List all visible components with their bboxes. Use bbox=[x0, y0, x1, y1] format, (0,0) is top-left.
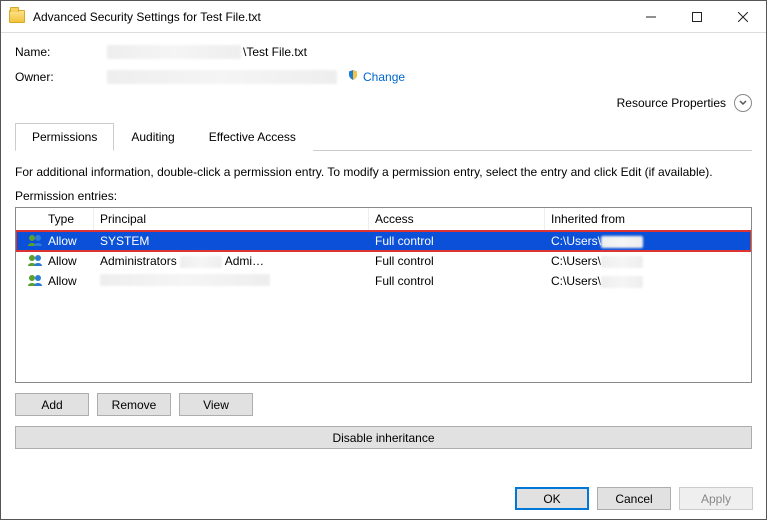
name-row: Name: \Test File.txt bbox=[15, 45, 752, 59]
redacted-text bbox=[601, 276, 643, 288]
tab-effective-access[interactable]: Effective Access bbox=[192, 123, 313, 151]
cell-type: Allow bbox=[42, 232, 94, 250]
cell-inherited: C:\Users\ bbox=[545, 252, 751, 270]
cell-principal bbox=[94, 272, 369, 291]
redacted-text bbox=[100, 274, 270, 286]
redacted-owner bbox=[107, 70, 337, 84]
name-suffix: \Test File.txt bbox=[243, 45, 307, 59]
maximize-button[interactable] bbox=[674, 1, 720, 32]
add-button[interactable]: Add bbox=[15, 393, 89, 416]
name-label: Name: bbox=[15, 45, 107, 59]
tab-permissions[interactable]: Permissions bbox=[15, 123, 114, 151]
close-button[interactable] bbox=[720, 1, 766, 32]
table-body: AllowSYSTEMFull controlC:\Users\AllowAdm… bbox=[16, 231, 751, 291]
info-text: For additional information, double-click… bbox=[15, 165, 752, 179]
footer-buttons: OK Cancel Apply bbox=[515, 487, 753, 510]
cell-access: Full control bbox=[369, 252, 545, 270]
remove-button[interactable]: Remove bbox=[97, 393, 171, 416]
cell-access: Full control bbox=[369, 272, 545, 290]
permission-entries-label: Permission entries: bbox=[15, 189, 752, 203]
name-value: \Test File.txt bbox=[107, 45, 307, 59]
row-icon bbox=[16, 271, 42, 292]
cancel-button[interactable]: Cancel bbox=[597, 487, 671, 510]
table-row[interactable]: Allow Full controlC:\Users\ bbox=[16, 271, 751, 291]
cell-principal: Administrators Admi… bbox=[94, 252, 369, 270]
entry-buttons-row: Add Remove View bbox=[15, 393, 752, 416]
table-header: Type Principal Access Inherited from bbox=[16, 208, 751, 231]
cell-inherited: C:\Users\ bbox=[545, 232, 751, 250]
tab-auditing[interactable]: Auditing bbox=[114, 123, 191, 151]
view-button[interactable]: View bbox=[179, 393, 253, 416]
change-owner-link[interactable]: Change bbox=[363, 70, 405, 84]
cell-inherited: C:\Users\ bbox=[545, 272, 751, 290]
shield-icon bbox=[347, 69, 359, 84]
resource-properties-row: Resource Properties bbox=[15, 94, 752, 112]
col-access[interactable]: Access bbox=[369, 208, 545, 230]
col-principal[interactable]: Principal bbox=[94, 208, 369, 230]
expand-resource-properties-button[interactable] bbox=[734, 94, 752, 112]
titlebar: Advanced Security Settings for Test File… bbox=[1, 1, 766, 33]
cell-access: Full control bbox=[369, 232, 545, 250]
redacted-text bbox=[601, 236, 643, 248]
owner-row: Owner: Change bbox=[15, 69, 752, 84]
ok-button[interactable]: OK bbox=[515, 487, 589, 510]
window-controls bbox=[628, 1, 766, 32]
resource-properties-label: Resource Properties bbox=[617, 96, 726, 110]
cell-type: Allow bbox=[42, 272, 94, 290]
disable-inheritance-button[interactable]: Disable inheritance bbox=[15, 426, 752, 449]
permission-entries-table: Type Principal Access Inherited from All… bbox=[15, 207, 752, 383]
owner-label: Owner: bbox=[15, 70, 107, 84]
table-row[interactable]: AllowSYSTEMFull controlC:\Users\ bbox=[16, 231, 751, 251]
tabs: Permissions Auditing Effective Access bbox=[15, 122, 752, 151]
table-row[interactable]: AllowAdministrators Admi…Full controlC:\… bbox=[16, 251, 751, 271]
cell-type: Allow bbox=[42, 252, 94, 270]
window-title: Advanced Security Settings for Test File… bbox=[33, 10, 261, 24]
col-type[interactable]: Type bbox=[42, 208, 94, 230]
redacted-text bbox=[601, 256, 643, 268]
folder-icon bbox=[9, 10, 25, 23]
col-icon bbox=[16, 208, 42, 230]
content-area: Name: \Test File.txt Owner: Change Resou… bbox=[1, 33, 766, 449]
row-icon bbox=[16, 231, 42, 252]
row-icon bbox=[16, 251, 42, 272]
owner-value: Change bbox=[107, 69, 405, 84]
redacted-text bbox=[180, 256, 222, 268]
col-inherited-from[interactable]: Inherited from bbox=[545, 208, 751, 230]
apply-button: Apply bbox=[679, 487, 753, 510]
redacted-path bbox=[107, 45, 241, 59]
minimize-button[interactable] bbox=[628, 1, 674, 32]
cell-principal: SYSTEM bbox=[94, 232, 369, 250]
